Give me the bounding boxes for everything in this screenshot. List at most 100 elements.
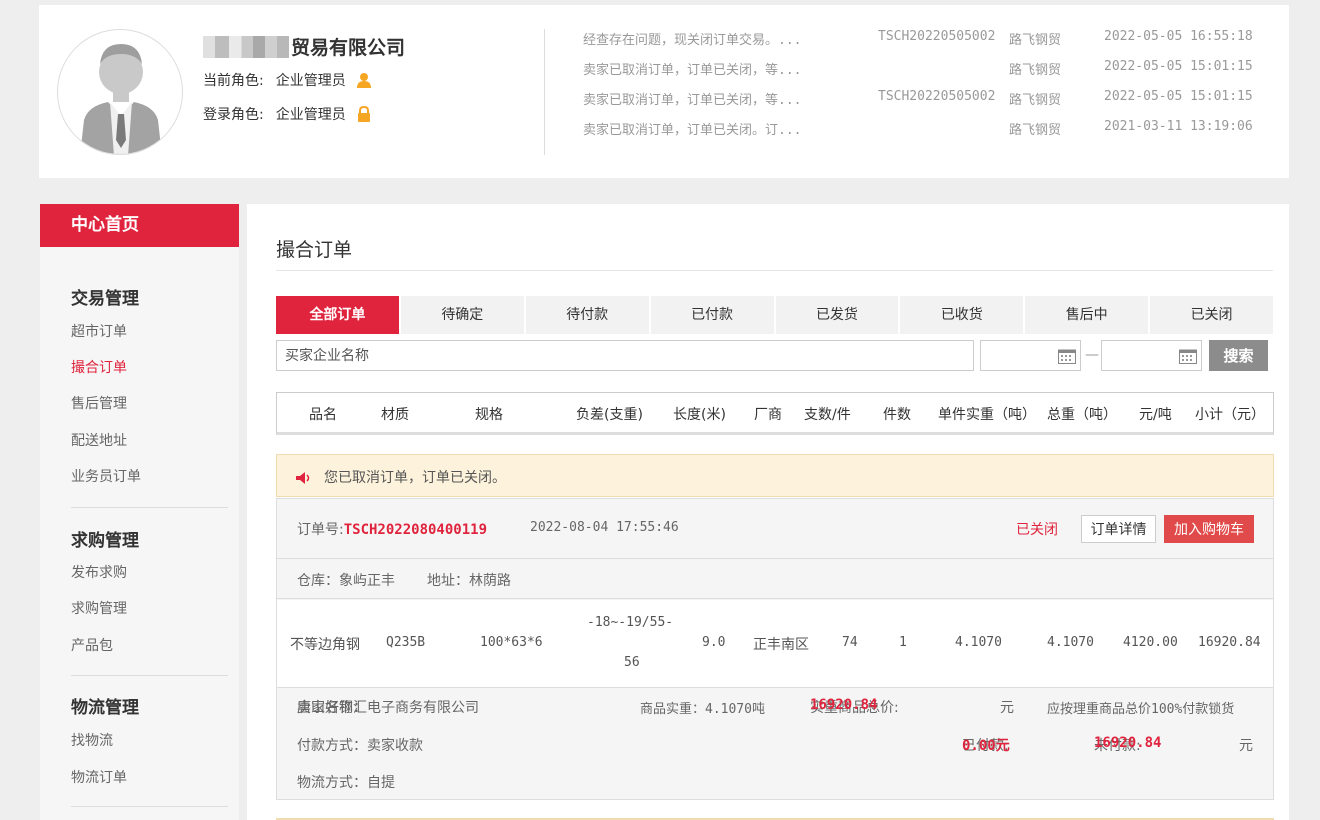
sidebar-item-logistics-orders[interactable]: 物流订单 — [71, 767, 127, 787]
sidebar-item-request-management[interactable]: 求购管理 — [71, 598, 127, 618]
net-weight: 商品实重：4.1070吨 — [640, 702, 765, 717]
column-header: 材质 — [381, 407, 409, 423]
notice-message: 经查存在问题，现关闭订单交易。... — [583, 33, 802, 48]
column-header: 长度(米) — [673, 407, 726, 423]
login-role: 登录角色: 企业管理员 — [203, 104, 372, 124]
sidebar-group-title: 物流管理 — [71, 698, 139, 718]
notice-firm: 路飞钢贸 — [1009, 33, 1062, 48]
total-price-value: 16920.84 — [810, 697, 878, 713]
column-header: 负差(支重) — [576, 407, 643, 423]
tab-after-sales[interactable]: 售后中 — [1025, 296, 1151, 334]
product-subtotal: 16920.84 — [1198, 635, 1261, 650]
notice-time: 2022-05-05 15:01:15 — [1104, 59, 1253, 74]
product-bundles: 1 — [899, 635, 907, 650]
tab-all-orders[interactable]: 全部订单 — [276, 296, 401, 334]
order-tabs: 全部订单 待确定 待付款 已付款 已发货 已收货 售后中 已关闭 — [276, 296, 1273, 334]
buyer-search-input[interactable] — [276, 340, 974, 371]
tab-closed[interactable]: 已关闭 — [1150, 296, 1273, 334]
notice-message: 卖家已取消订单，订单已关闭。订... — [583, 123, 802, 138]
lock-note: 应按理重商品总价100%付款锁货 — [1047, 702, 1235, 717]
order-header: 订单号:TSCH2022080400119 2022-08-04 17:55:4… — [277, 499, 1273, 559]
tab-paid[interactable]: 已付款 — [650, 296, 776, 334]
sidebar-home[interactable]: 中心首页 — [40, 204, 239, 247]
logistics-method: 物流方式：自提 — [297, 775, 395, 791]
column-header: 支数/件 — [804, 407, 851, 423]
column-header: 元/吨 — [1139, 407, 1172, 423]
order-number: 订单号:TSCH2022080400119 — [297, 519, 487, 539]
order-number-label: 订单号: — [297, 522, 344, 538]
header-divider — [544, 29, 545, 155]
sidebar-group-title: 求购管理 — [71, 531, 139, 551]
notice-message: 卖家已取消订单，订单已关闭，等... — [583, 93, 802, 108]
column-header: 单件实重（吨） — [938, 407, 1036, 423]
table-header: 品名 材质 规格 负差(支重) 长度(米) 厂商 支数/件 件数 单件实重（吨）… — [276, 392, 1274, 435]
payment-method: 付款方式：卖家收款 — [297, 738, 423, 754]
start-date-field[interactable] — [980, 340, 1081, 371]
redacted-name — [203, 35, 289, 58]
order-warehouse-row: 仓库：象屿正丰 地址：林荫路 — [277, 560, 1273, 599]
date-range-separator: — — [1085, 347, 1099, 363]
current-role: 当前角色: 企业管理员 — [203, 70, 372, 90]
main-panel: 撮合订单 全部订单 待确定 待付款 已付款 已发货 已收货 售后中 已关闭 — … — [247, 204, 1289, 820]
profile-header: 贸易有限公司 当前角色: 企业管理员 登录角色: 企业管理员 经查存在问题，现关… — [39, 5, 1289, 178]
product-price: 4120.00 — [1123, 635, 1178, 650]
product-name: 不等边角钢 — [290, 637, 360, 653]
login-role-label: 登录角色: — [203, 107, 264, 123]
search-button[interactable]: 搜索 — [1209, 340, 1268, 371]
column-header: 件数 — [883, 407, 911, 423]
seller-name: 唐山好钢汇电子商务有限公司 — [297, 700, 479, 716]
sidebar-group-title: 交易管理 — [71, 289, 139, 309]
tab-pending-confirm[interactable]: 待确定 — [400, 296, 526, 334]
login-role-value: 企业管理员 — [275, 107, 346, 123]
unpaid-value: 16920.84 — [1094, 735, 1162, 751]
order-card: 订单号:TSCH2022080400119 2022-08-04 17:55:4… — [276, 498, 1274, 800]
current-role-value: 企业管理员 — [275, 73, 346, 89]
notice-code: TSCH20220505002 — [878, 89, 996, 104]
sidebar-item-after-sales[interactable]: 售后管理 — [71, 393, 127, 413]
user-icon — [356, 73, 371, 88]
product-tolerance: -18~-19/55- — [587, 615, 674, 630]
tab-pending-payment[interactable]: 待付款 — [525, 296, 651, 334]
sidebar-item-delivery-address[interactable]: 配送地址 — [71, 430, 127, 450]
order-time: 2022-08-04 17:55:46 — [530, 520, 679, 535]
notice-time: 2022-05-05 15:01:15 — [1104, 89, 1253, 104]
table-row: 不等边角钢 Q235B 100*63*6 -18~-19/55- 56 9.0 … — [277, 600, 1273, 688]
product-pcs-per-bundle: 74 — [842, 635, 858, 650]
sidebar-divider — [71, 806, 228, 807]
order-status: 已关闭 — [1016, 522, 1058, 538]
currency-unit: 元 — [1239, 738, 1253, 754]
order-detail-button[interactable]: 订单详情 — [1081, 515, 1156, 543]
sidebar-group-trade: 交易管理 超市订单 撮合订单 售后管理 配送地址 业务员订单 — [71, 284, 228, 508]
lock-icon — [357, 106, 370, 122]
sidebar: 中心首页 交易管理 超市订单 撮合订单 售后管理 配送地址 业务员订单 求购管理… — [40, 204, 239, 820]
sidebar-item-product-package[interactable]: 产品包 — [71, 635, 113, 655]
column-header: 厂商 — [754, 407, 782, 423]
page-title: 撮合订单 — [276, 239, 353, 261]
alert-message: 您已取消订单，订单已关闭。 — [324, 470, 506, 486]
sidebar-group-logistics: 物流管理 找物流 物流订单 — [71, 693, 228, 807]
calendar-icon[interactable] — [1179, 348, 1197, 364]
notice-time: 2022-05-05 16:55:18 — [1104, 29, 1253, 44]
company-name: 贸易有限公司 — [203, 33, 405, 60]
sidebar-item-match-orders[interactable]: 撮合订单 — [71, 357, 127, 377]
tab-received[interactable]: 已收货 — [900, 296, 1026, 334]
add-to-cart-button[interactable]: 加入购物车 — [1164, 515, 1254, 543]
tab-shipped[interactable]: 已发货 — [775, 296, 901, 334]
speaker-icon — [296, 472, 310, 484]
sidebar-item-publish-request[interactable]: 发布求购 — [71, 562, 127, 582]
address: 地址：林荫路 — [427, 573, 511, 589]
sidebar-item-salesman-orders[interactable]: 业务员订单 — [71, 466, 141, 486]
sidebar-group-purchase: 求购管理 发布求购 求购管理 产品包 — [71, 526, 228, 676]
calendar-icon[interactable] — [1058, 348, 1076, 364]
paid-value: 0.00元 — [962, 738, 1010, 754]
sidebar-item-find-logistics[interactable]: 找物流 — [71, 730, 113, 750]
end-date-field[interactable] — [1101, 340, 1202, 371]
order-alert: 您已取消订单，订单已关闭。 — [276, 454, 1274, 497]
notice-code: TSCH20220505002 — [878, 29, 996, 44]
sidebar-item-market-orders[interactable]: 超市订单 — [71, 321, 127, 341]
order-number-value[interactable]: TSCH2022080400119 — [344, 522, 487, 538]
sidebar-divider — [71, 507, 228, 508]
current-role-label: 当前角色: — [203, 73, 264, 89]
column-header: 总重（吨） — [1047, 407, 1117, 423]
product-spec: 100*63*6 — [480, 635, 543, 650]
